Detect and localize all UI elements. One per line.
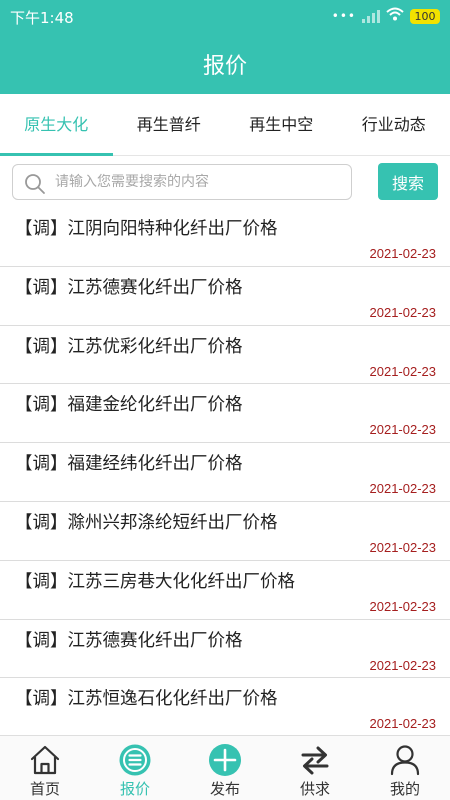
tab-recycled-hollow[interactable]: 再生中空	[225, 94, 338, 155]
list-item[interactable]: 【调】江苏德赛化纤出厂价格 2021-02-23	[0, 620, 450, 679]
quote-list-icon	[119, 744, 151, 776]
nav-publish[interactable]: 发布	[180, 736, 270, 800]
list-item-date: 2021-02-23	[369, 716, 437, 732]
search-icon	[25, 174, 45, 194]
list-item-title: 【调】滁州兴邦涤纶短纤出厂价格	[15, 512, 278, 533]
list-item-date: 2021-02-23	[369, 598, 437, 614]
list-item-date: 2021-02-23	[369, 657, 437, 673]
status-time: 下午1:48	[10, 9, 74, 27]
list-item-date: 2021-02-23	[369, 363, 437, 379]
plus-circle-icon	[209, 744, 241, 776]
user-icon	[390, 745, 420, 776]
list-item[interactable]: 【调】江苏三房巷大化化纤出厂价格 2021-02-23	[0, 561, 450, 620]
more-dots-icon: •••	[331, 9, 356, 23]
home-icon	[30, 745, 60, 775]
search-input[interactable]	[55, 165, 345, 199]
nav-home[interactable]: 首页	[0, 736, 90, 800]
status-bar: 下午1:48 ••• 100	[0, 0, 450, 32]
list-item[interactable]: 【调】滁州兴邦涤纶短纤出厂价格 2021-02-23	[0, 502, 450, 561]
nav-publish-label: 发布	[209, 780, 240, 798]
list-item-title: 【调】江阴向阳特种化纤出厂价格	[15, 219, 278, 239]
category-tabs: 原生大化 再生普纤 再生中空 行业动态	[0, 94, 450, 156]
tab-industry-news[interactable]: 行业动态	[338, 94, 450, 155]
battery-indicator: 100	[410, 8, 440, 24]
search-box	[12, 164, 352, 200]
search-row: 搜索	[12, 163, 438, 201]
list-item[interactable]: 【调】江阴向阳特种化纤出厂价格 2021-02-23	[0, 208, 450, 267]
list-item-date: 2021-02-23	[369, 246, 437, 261]
signal-icon	[362, 9, 380, 23]
list-item-date: 2021-02-23	[369, 481, 437, 497]
list-item-title: 【调】江苏德赛化纤出厂价格	[15, 630, 243, 651]
nav-supply-demand[interactable]: 供求	[270, 736, 360, 800]
tab-native-staple[interactable]: 原生大化	[0, 94, 113, 156]
list-item-title: 【调】江苏恒逸石化化纤出厂价格	[15, 689, 278, 710]
quote-list: 【调】江阴向阳特种化纤出厂价格 2021-02-23 【调】江苏德赛化纤出厂价格…	[0, 208, 450, 738]
nav-mine-label: 我的	[389, 780, 420, 798]
list-item[interactable]: 【调】江苏恒逸石化化纤出厂价格 2021-02-23	[0, 678, 450, 738]
bottom-nav: 首页 报价 发布 供求 我的	[0, 735, 450, 800]
swap-arrows-icon	[301, 746, 329, 775]
nav-mine[interactable]: 我的	[360, 736, 450, 800]
nav-home-label: 首页	[29, 780, 60, 798]
nav-supply-demand-label: 供求	[299, 780, 330, 798]
list-item[interactable]: 【调】江苏德赛化纤出厂价格 2021-02-23	[0, 267, 450, 326]
list-item-title: 【调】福建经纬化纤出厂价格	[15, 454, 243, 475]
list-item[interactable]: 【调】福建经纬化纤出厂价格 2021-02-23	[0, 443, 450, 502]
list-item-title: 【调】江苏优彩化纤出厂价格	[15, 336, 243, 357]
page-title: 报价	[202, 54, 247, 79]
status-icons: ••• 100	[332, 7, 440, 25]
list-item-date: 2021-02-23	[369, 304, 437, 320]
list-item-title: 【调】福建金纶化纤出厂价格	[15, 395, 243, 416]
search-button[interactable]: 搜索	[378, 163, 438, 200]
list-item-title: 【调】江苏三房巷大化化纤出厂价格	[15, 571, 295, 592]
app-header: 下午1:48 ••• 100 报价	[0, 0, 450, 94]
list-item[interactable]: 【调】江苏优彩化纤出厂价格 2021-02-23	[0, 326, 450, 385]
nav-quote-label: 报价	[119, 780, 150, 798]
list-item[interactable]: 【调】福建金纶化纤出厂价格 2021-02-23	[0, 384, 450, 444]
nav-quote[interactable]: 报价	[90, 736, 180, 800]
wifi-icon	[386, 7, 404, 25]
list-item-date: 2021-02-23	[369, 539, 437, 555]
list-item-date: 2021-02-23	[369, 422, 437, 438]
tab-recycled-regular[interactable]: 再生普纤	[113, 94, 226, 155]
list-item-title: 【调】江苏德赛化纤出厂价格	[15, 277, 243, 298]
